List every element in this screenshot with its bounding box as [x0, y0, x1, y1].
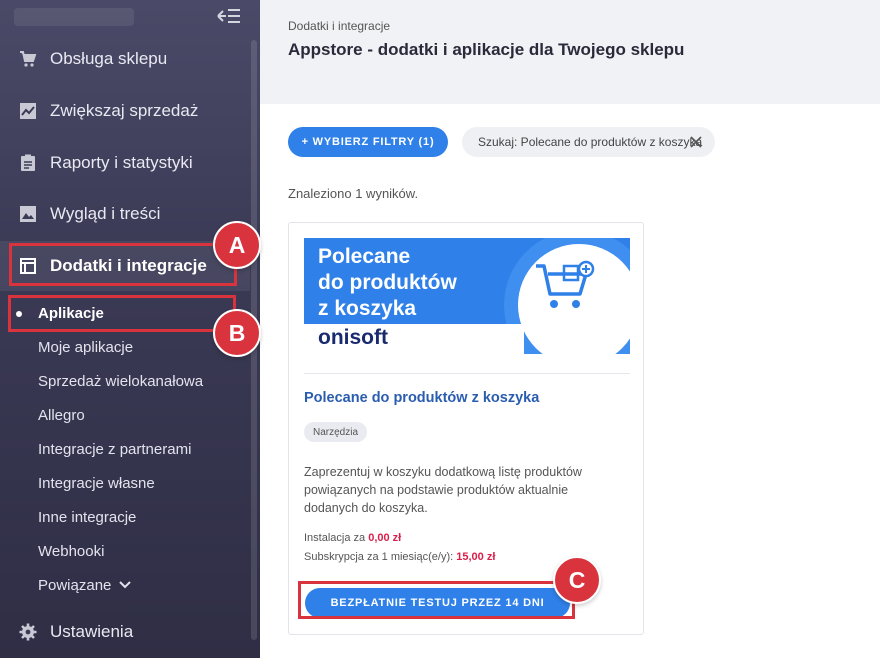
- submenu-item-allegro[interactable]: Allegro: [38, 400, 85, 430]
- app-banner[interactable]: Polecane do produktów z koszyka onisoft: [304, 238, 630, 354]
- chevron-down-icon: [119, 581, 132, 589]
- submenu-item-webhooki[interactable]: Webhooki: [38, 536, 104, 566]
- menu-item-raporty[interactable]: Raporty i statystyki: [0, 138, 250, 188]
- submenu-item-powiazane[interactable]: Powiązane: [38, 570, 132, 600]
- collapse-sidebar-icon[interactable]: [216, 6, 242, 26]
- banner-title-line: z koszyka: [318, 297, 417, 320]
- onisoft-logo: onisoft: [318, 326, 388, 349]
- submenu-item-integracje-wlasne[interactable]: Integracje własne: [38, 468, 155, 498]
- install-price-value: 0,00 zł: [368, 532, 402, 544]
- store-logo: [14, 8, 134, 26]
- subscription-price-value: 15,00 zł: [456, 551, 496, 563]
- search-filter-chip: Szukaj: Polecane do produktów z koszyka: [462, 127, 715, 157]
- app-description: Zaprezentuj w koszyku dodatkową listę pr…: [304, 465, 582, 515]
- annotation-marker-b: B: [213, 309, 261, 357]
- install-price-label: Instalacja za: [304, 532, 366, 544]
- results-count: Znaleziono 1 wyników.: [288, 186, 419, 201]
- select-filters-button[interactable]: + WYBIERZ FILTRY (1): [288, 127, 448, 157]
- menu-item-label: Ustawienia: [50, 622, 134, 641]
- banner-title-line: Polecane: [318, 245, 411, 268]
- submenu-item-integracje-z-partnerami[interactable]: Integracje z partnerami: [38, 434, 191, 464]
- breadcrumb[interactable]: Dodatki i integracje: [288, 19, 390, 33]
- cart-plus-icon: [536, 260, 595, 308]
- annotation-marker-c: C: [553, 556, 601, 604]
- category-tag[interactable]: Narzędzia: [304, 422, 368, 442]
- submenu-item-moje-aplikacje[interactable]: Moje aplikacje: [38, 332, 133, 362]
- gear-icon: [18, 622, 38, 642]
- menu-item-wyglad[interactable]: Wygląd i treści: [0, 189, 250, 239]
- submenu-item-label: Powiązane: [38, 576, 112, 594]
- menu-item-label: Obsługa sklepu: [50, 49, 168, 68]
- submenu-item-sprzedaz-wielokanalowa[interactable]: Sprzedaż wielokanałowa: [38, 366, 203, 396]
- highlight-box-b: [8, 295, 236, 332]
- app-title-link[interactable]: Polecane do produktów z koszyka: [304, 390, 539, 406]
- banner-title: Polecane do produktów z koszyka: [318, 244, 457, 322]
- submenu-item-inne-integracje[interactable]: Inne integracje: [38, 502, 136, 532]
- banner-title-line: do produktów: [318, 271, 457, 294]
- menu-item-label: Wygląd i treści: [50, 204, 161, 223]
- menu-item-ustawienia[interactable]: Ustawienia: [0, 607, 250, 657]
- menu-item-zwiekszaj-sprzedaz[interactable]: Zwiększaj sprzedaż: [0, 86, 250, 136]
- close-icon[interactable]: [689, 135, 703, 149]
- install-price-line: Instalacja za 0,00 zł: [304, 532, 401, 544]
- search-chip-label: Szukaj: Polecane do produktów z koszyka: [478, 135, 703, 149]
- menu-item-obsluga-sklepu[interactable]: Obsługa sklepu: [0, 34, 250, 84]
- menu-item-label: Raporty i statystyki: [50, 153, 193, 172]
- chart-line-icon: [18, 101, 38, 121]
- cart-icon: [18, 49, 38, 69]
- sidebar-header: [0, 0, 260, 34]
- page-header: Dodatki i integracje Appstore - dodatki …: [260, 0, 880, 104]
- menu-item-label: Zwiększaj sprzedaż: [50, 101, 199, 120]
- subscription-price-label: Subskrypcja za 1 miesiąc(e/y):: [304, 551, 454, 563]
- image-icon: [18, 204, 38, 224]
- subscription-price-line: Subskrypcja za 1 miesiąc(e/y): 15,00 zł: [304, 551, 495, 563]
- annotation-marker-a: A: [213, 221, 261, 269]
- page-title: Appstore - dodatki i aplikacje dla Twoje…: [288, 40, 685, 59]
- highlight-box-c: [298, 581, 575, 619]
- divider: [304, 373, 630, 374]
- highlight-box-a: [9, 243, 237, 286]
- clipboard-icon: [18, 153, 38, 173]
